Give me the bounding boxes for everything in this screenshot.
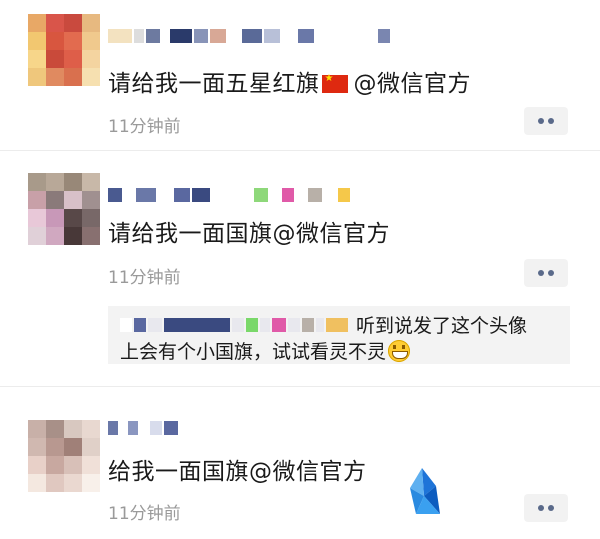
comment-box: 听到说发了这个头像 上会有个小国旗，试试看灵不灵 <box>108 306 570 364</box>
comment-line-1: 听到说发了这个头像 <box>120 311 527 338</box>
divider <box>0 150 600 151</box>
avatar[interactable] <box>28 420 100 492</box>
blue-crystal-logo-icon <box>410 468 440 514</box>
post-content: 请给我一面五星红旗 @微信官方 <box>108 64 471 98</box>
comment-text-1: 听到说发了这个头像 <box>356 315 528 337</box>
avatar[interactable] <box>28 173 100 245</box>
avatar[interactable] <box>28 14 100 86</box>
divider <box>0 386 600 387</box>
nickname-blurred[interactable] <box>108 28 390 44</box>
post-time: 11分钟前 <box>108 117 181 137</box>
post-text: 请给我一面五星红旗 <box>108 71 320 97</box>
post-content: 请给我一面国旗@微信官方 <box>108 221 390 247</box>
china-flag-icon <box>321 73 348 93</box>
post-content: 给我一面国旗@微信官方 <box>108 459 367 485</box>
post-time: 11分钟前 <box>108 268 181 288</box>
grinning-face-icon <box>388 340 411 362</box>
post-time: 11分钟前 <box>108 504 181 524</box>
more-dots-icon[interactable] <box>524 107 568 135</box>
comment-line-2: 上会有个小国旗，试试看灵不灵 <box>120 337 411 364</box>
mention-link[interactable]: @微信官方 <box>354 71 472 97</box>
more-dots-icon[interactable] <box>524 494 568 522</box>
nickname-blurred[interactable] <box>108 420 178 436</box>
comment-text-2: 上会有个小国旗，试试看灵不灵 <box>120 341 387 363</box>
more-dots-icon[interactable] <box>524 259 568 287</box>
nickname-blurred[interactable] <box>108 187 350 203</box>
